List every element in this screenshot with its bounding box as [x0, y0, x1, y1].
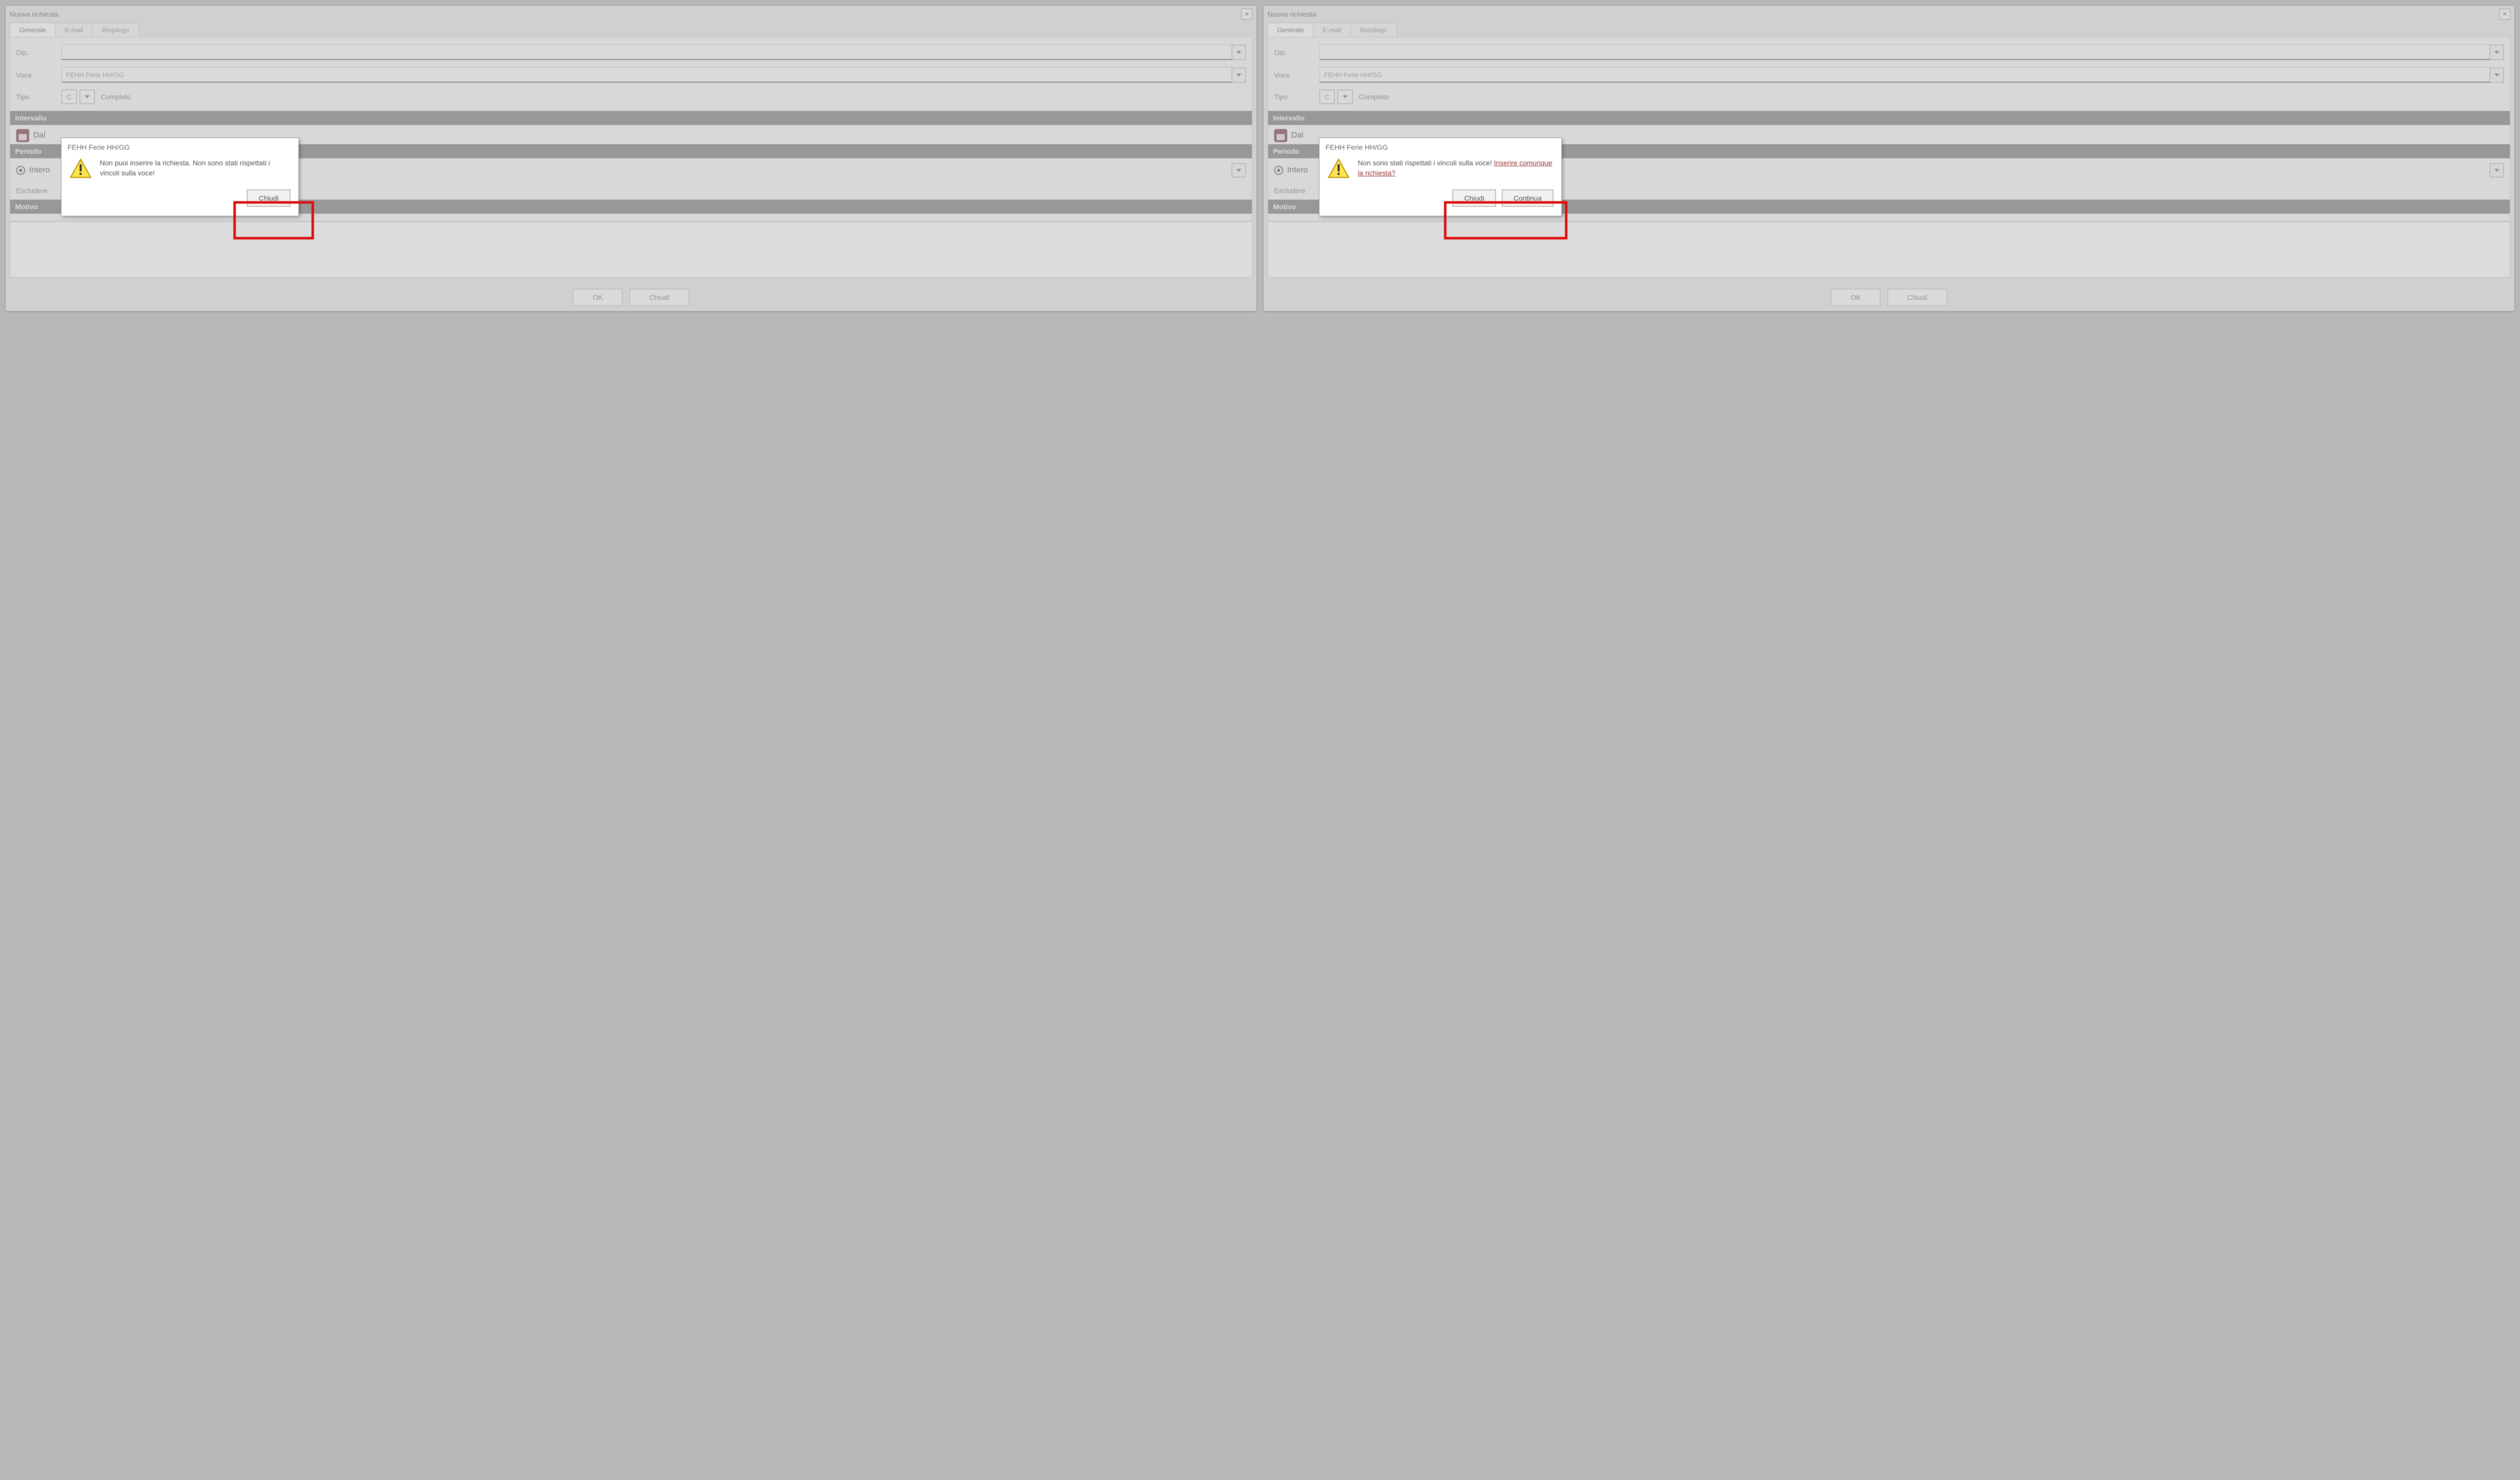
dip-field[interactable]: [1319, 44, 2490, 60]
tipo-label: Tipo: [16, 93, 61, 101]
dal-label: Dal: [1291, 131, 1303, 140]
tab-generale[interactable]: Generale: [1268, 23, 1313, 37]
voce-dropdown-button[interactable]: [1232, 68, 1246, 83]
period-dropdown-button[interactable]: [1232, 163, 1246, 177]
calendar-icon[interactable]: [16, 129, 29, 142]
tab-generale[interactable]: Generale: [10, 23, 55, 37]
tipo-code-field[interactable]: C: [1319, 90, 1335, 104]
chevron-down-icon: [1343, 95, 1348, 98]
voce-field[interactable]: FEHH Ferie HH/GG: [61, 67, 1232, 83]
chevron-down-icon: [1236, 74, 1241, 77]
ok-button[interactable]: OK: [573, 289, 622, 306]
voce-label: Voce: [1274, 71, 1319, 79]
radio-intero-label: Intero: [29, 166, 50, 175]
tab-riepilogo[interactable]: Riepilogo: [92, 23, 139, 37]
tabs: Generale E-mail Riepilogo: [1264, 23, 2514, 37]
chevron-down-icon: [1236, 169, 1241, 172]
alert-title: FEHH Ferie HH/GG: [61, 138, 298, 156]
chevron-down-icon: [1236, 51, 1241, 54]
left-window: Nuova richiesta ✕ Generale E-mail Riepil…: [5, 5, 1257, 312]
tipo-text: Completo: [101, 93, 131, 101]
confirm-message-plain: Non sono stati rispettati i vincoli sull…: [1358, 159, 1494, 167]
tabs: Generale E-mail Riepilogo: [6, 23, 1256, 37]
tipo-code-field[interactable]: C: [61, 90, 77, 104]
section-intervallo: Intervallo: [1268, 111, 2510, 125]
radio-intero[interactable]: [16, 166, 25, 175]
radio-intero[interactable]: [1274, 166, 1283, 175]
confirm-dialog: FEHH Ferie HH/GG Non sono stati rispetta…: [1319, 138, 1562, 216]
close-button[interactable]: Chiudi: [1887, 289, 1947, 306]
close-icon: ✕: [2502, 11, 2507, 18]
warning-icon: [70, 158, 92, 178]
tab-email[interactable]: E-mail: [1313, 23, 1351, 37]
chevron-down-icon: [2494, 169, 2499, 172]
alert-dialog: FEHH Ferie HH/GG Non puoi inserire la ri…: [61, 138, 299, 216]
dip-dropdown-button[interactable]: [1232, 45, 1246, 60]
chevron-down-icon: [2494, 51, 2499, 54]
window-title: Nuova richiesta: [10, 10, 58, 18]
right-window: Nuova richiesta ✕ Generale E-mail Riepil…: [1263, 5, 2515, 312]
warning-icon: [1328, 158, 1350, 178]
radio-intero-label: Intero: [1287, 166, 1308, 175]
voce-label: Voce: [16, 71, 61, 79]
tipo-dropdown-button[interactable]: [1338, 90, 1353, 104]
alert-message: Non puoi inserire la richiesta. Non sono…: [100, 158, 290, 178]
chevron-down-icon: [85, 95, 90, 98]
ok-button[interactable]: OK: [1831, 289, 1880, 306]
confirm-title: FEHH Ferie HH/GG: [1319, 138, 1561, 156]
dip-label: Dip.: [16, 48, 61, 56]
period-dropdown-button[interactable]: [2490, 163, 2504, 177]
window-close-button[interactable]: ✕: [1241, 9, 1252, 20]
motivo-textarea[interactable]: [10, 221, 1252, 278]
tab-riepilogo[interactable]: Riepilogo: [1350, 23, 1397, 37]
tipo-label: Tipo: [1274, 93, 1319, 101]
confirm-continue-button[interactable]: Continua: [1502, 190, 1553, 207]
dip-label: Dip.: [1274, 48, 1319, 56]
window-close-button[interactable]: ✕: [2499, 9, 2510, 20]
window-title: Nuova richiesta: [1268, 10, 1316, 18]
confirm-message: Non sono stati rispettati i vincoli sull…: [1358, 158, 1553, 178]
titlebar: Nuova richiesta ✕: [1264, 6, 2514, 23]
motivo-textarea[interactable]: [1268, 221, 2510, 278]
confirm-close-button[interactable]: Chiudi: [1453, 190, 1496, 207]
voce-dropdown-button[interactable]: [2490, 68, 2504, 83]
section-intervallo: Intervallo: [10, 111, 1252, 125]
voce-field[interactable]: FEHH Ferie HH/GG: [1319, 67, 2490, 83]
chevron-down-icon: [2494, 74, 2499, 77]
tipo-dropdown-button[interactable]: [80, 90, 95, 104]
alert-close-button[interactable]: Chiudi: [247, 190, 290, 207]
dip-dropdown-button[interactable]: [2490, 45, 2504, 60]
titlebar: Nuova richiesta ✕: [6, 6, 1256, 23]
calendar-icon[interactable]: [1274, 129, 1287, 142]
dal-label: Dal: [33, 131, 45, 140]
close-icon: ✕: [1244, 11, 1249, 18]
tipo-text: Completo: [1359, 93, 1389, 101]
close-button[interactable]: Chiudi: [629, 289, 689, 306]
dip-field[interactable]: [61, 44, 1232, 60]
tab-email[interactable]: E-mail: [55, 23, 93, 37]
